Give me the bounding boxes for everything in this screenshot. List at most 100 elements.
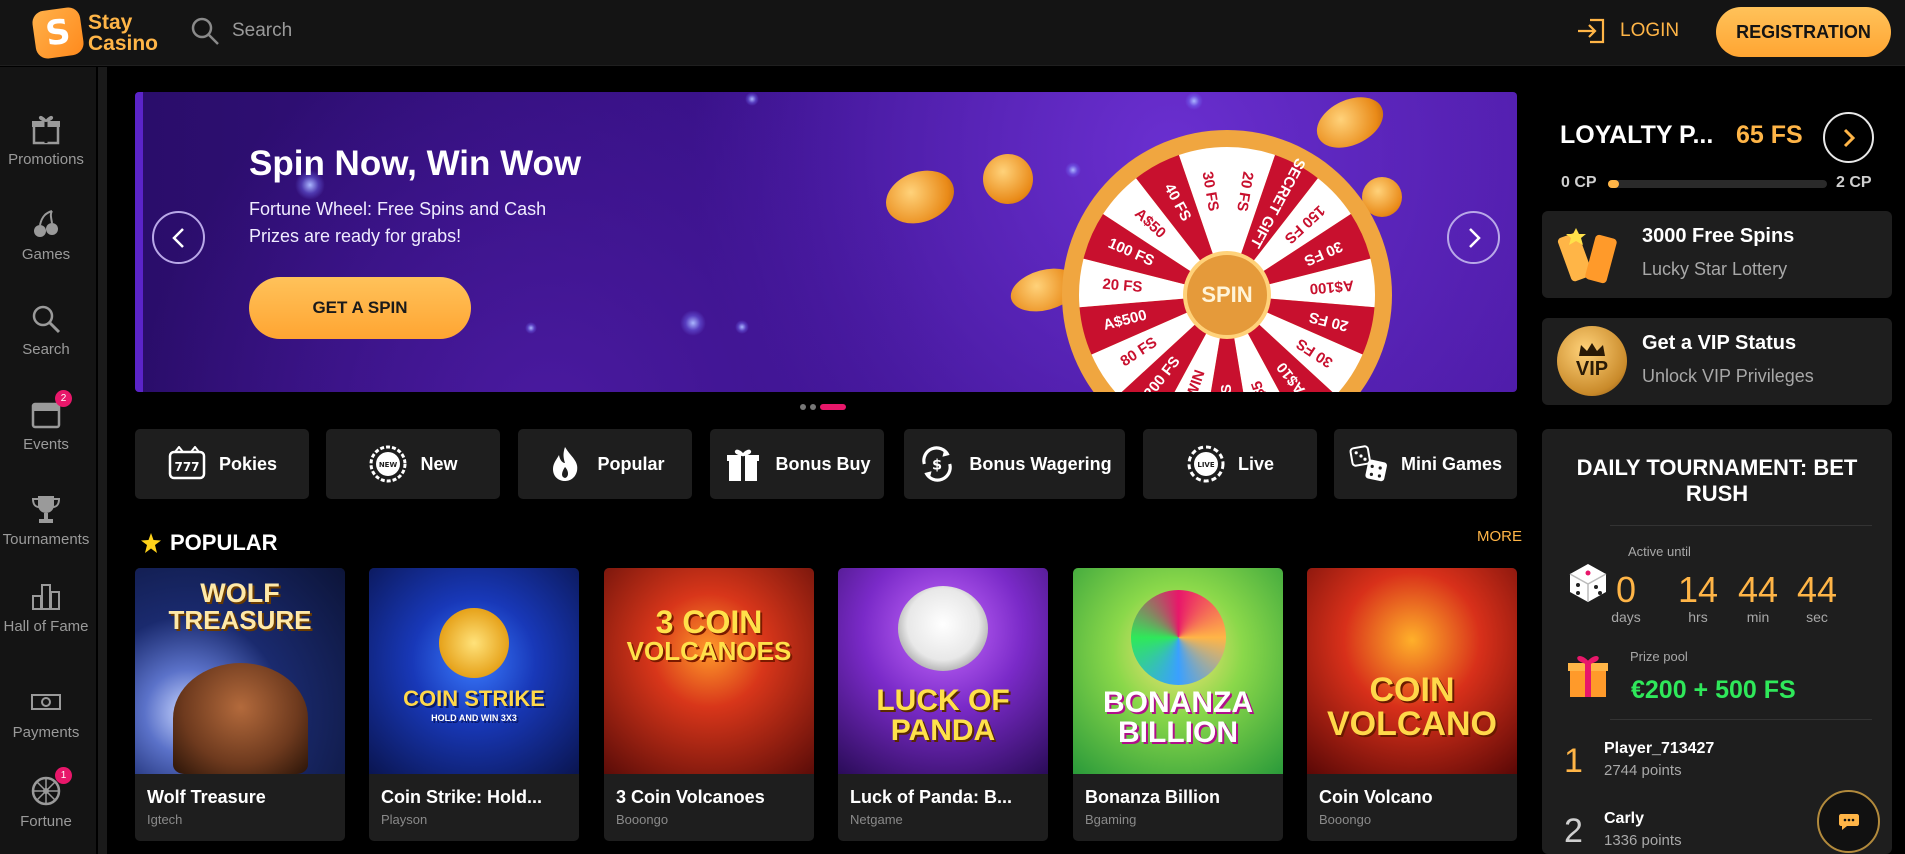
- divider: [1610, 525, 1872, 526]
- game-thumbnail: 3 COIN VOLCANOES: [604, 568, 814, 774]
- game-card[interactable]: COIN STRIKE HOLD AND WIN 3X3 Coin Strike…: [369, 568, 579, 841]
- sparkle: [1185, 92, 1203, 110]
- search-icon: [191, 17, 219, 45]
- banner-prev-button[interactable]: [152, 211, 205, 264]
- stay-casino-logo[interactable]: S Stay Casino: [30, 5, 158, 61]
- chat-button[interactable]: [1817, 790, 1880, 853]
- category-label: Popular: [597, 453, 665, 474]
- svg-text:NEW: NEW: [379, 461, 398, 469]
- pagination-dot[interactable]: [800, 404, 806, 410]
- category-mini-games[interactable]: Mini Games: [1334, 429, 1517, 499]
- game-title: Coin Volcano: [1319, 787, 1433, 807]
- game-card[interactable]: WOLF TREASURE Wolf Treasure Igtech: [135, 568, 345, 841]
- banner-next-button[interactable]: [1447, 211, 1500, 264]
- sidebar-scrollbar[interactable]: [98, 67, 107, 854]
- svg-text:$: $: [932, 457, 942, 473]
- promo-title: Get a VIP Status: [1642, 332, 1797, 354]
- category-label: Bonus Buy: [775, 453, 871, 474]
- svg-text:LIVE: LIVE: [1197, 461, 1214, 469]
- divider: [1610, 719, 1872, 720]
- countdown-unit: hrs: [1688, 609, 1708, 625]
- prize-pool-label: Prize pool: [1630, 649, 1688, 664]
- login-button[interactable]: LOGIN: [1576, 18, 1679, 44]
- header-search[interactable]: Search: [190, 16, 292, 46]
- sparkle: [680, 310, 706, 336]
- logo-text: Stay Casino: [88, 12, 158, 54]
- game-art-text: VOLCANO: [1327, 705, 1497, 743]
- search-icon: [28, 301, 64, 337]
- banner-pagination[interactable]: [800, 404, 846, 410]
- sidebar-item-promotions[interactable]: Promotions: [0, 111, 92, 168]
- game-card[interactable]: LUCK OF PANDA Luck of Panda: B... Netgam…: [838, 568, 1048, 841]
- chevron-left-icon: [171, 227, 184, 248]
- game-thumbnail: COIN VOLCANO: [1307, 568, 1517, 774]
- sidebar-item-label: Search: [22, 341, 70, 358]
- category-live[interactable]: LIVE Live: [1143, 429, 1317, 499]
- vip-crown-icon: VIP: [1557, 326, 1627, 396]
- game-provider: Booongo: [1319, 812, 1372, 827]
- banner-subtitle: Fortune Wheel: Free Spins and Cash Prize…: [249, 199, 547, 246]
- get-a-spin-button[interactable]: GET A SPIN: [249, 277, 471, 339]
- sidebar-item-games[interactable]: Games: [0, 206, 92, 263]
- game-card[interactable]: BONANZA BILLION Bonanza Billion Bgaming: [1073, 568, 1283, 841]
- sidebar-item-label: Fortune: [20, 813, 72, 830]
- game-title: Bonanza Billion: [1085, 787, 1220, 807]
- leader-points: 1336 points: [1604, 832, 1682, 849]
- wheel-segment-label: 20 FS: [1102, 276, 1143, 296]
- hero-banner[interactable]: 20 FS SECRET GIFT 150 FS 30 FS A$100 20 FS 30 …: [135, 92, 1517, 392]
- game-art-text: WOLF: [200, 578, 280, 608]
- wheel-segment-label: 5 FS: [1218, 384, 1235, 392]
- pagination-dot[interactable]: [820, 404, 846, 410]
- countdown-days: 0: [1615, 569, 1637, 610]
- sidebar-item-label: Games: [21, 246, 71, 263]
- wheel-spin-label: SPIN: [1201, 282, 1252, 307]
- gift-icon: [723, 444, 763, 484]
- game-art-text: TREASURE: [168, 605, 312, 635]
- countdown-hours: 14: [1677, 569, 1719, 610]
- tournament-title: DAILY TOURNAMENT: BET RUSH: [1576, 455, 1858, 506]
- dollar-cycle-icon: $: [917, 444, 957, 484]
- category-label: Pokies: [218, 453, 278, 474]
- game-provider: Playson: [381, 812, 428, 827]
- category-bonus-buy[interactable]: Bonus Buy: [710, 429, 884, 499]
- events-badge: 2: [55, 390, 72, 407]
- category-popular[interactable]: Popular: [518, 429, 692, 499]
- pagination-dot[interactable]: [810, 404, 816, 410]
- game-card[interactable]: COIN VOLCANO Coin Volcano Booongo: [1307, 568, 1517, 841]
- category-pokies[interactable]: 777 Pokies: [135, 429, 309, 499]
- sidebar-item-fortune[interactable]: 1 Fortune: [0, 767, 92, 830]
- logo-line-1: Stay: [88, 11, 133, 34]
- game-title: 3 Coin Volcanoes: [616, 787, 765, 807]
- banknote-icon: [28, 684, 64, 720]
- category-bonus-wagering[interactable]: $ Bonus Wagering: [904, 429, 1125, 499]
- live-chip-icon: LIVE: [1186, 444, 1226, 484]
- loyalty-next-button[interactable]: [1823, 112, 1874, 163]
- sidebar-item-search[interactable]: Search: [0, 301, 92, 358]
- countdown-unit: sec: [1806, 609, 1828, 625]
- game-card[interactable]: 3 COIN VOLCANOES 3 Coin Volcanoes Booong…: [604, 568, 814, 841]
- star-icon: [141, 533, 161, 553]
- sidebar-item-hall-of-fame[interactable]: Hall of Fame: [0, 578, 92, 635]
- leader-rank: 1: [1564, 742, 1583, 780]
- login-label: LOGIN: [1620, 20, 1680, 41]
- sidebar-item-events[interactable]: 2 Events: [0, 390, 92, 453]
- lottery-promo-card[interactable]: 3000 Free Spins Lucky Star Lottery: [1542, 211, 1892, 298]
- vip-promo-card[interactable]: VIP Get a VIP Status Unlock VIP Privileg…: [1542, 318, 1892, 405]
- game-art-text: 3 COIN: [655, 604, 763, 640]
- flame-icon: [545, 444, 585, 484]
- more-link[interactable]: MORE: [1477, 528, 1522, 545]
- sidebar-item-tournaments[interactable]: Tournaments: [0, 491, 92, 548]
- coin-graphic: [878, 161, 962, 233]
- chat-bubble-icon: [1838, 813, 1859, 830]
- chevron-right-icon: [1468, 227, 1481, 248]
- podium-icon: [28, 578, 64, 614]
- popular-title: POPULAR: [170, 530, 278, 555]
- promo-subtitle: Lucky Star Lottery: [1642, 259, 1788, 279]
- registration-button[interactable]: REGISTRATION: [1716, 7, 1891, 57]
- game-art-text: BONANZA: [1103, 686, 1253, 719]
- sidebar-item-label: Hall of Fame: [3, 618, 89, 635]
- category-label: Bonus Wagering: [969, 453, 1112, 474]
- sidebar-item-payments[interactable]: Payments: [0, 684, 92, 741]
- leader-name: Carly: [1604, 810, 1645, 827]
- category-new[interactable]: NEW New: [326, 429, 500, 499]
